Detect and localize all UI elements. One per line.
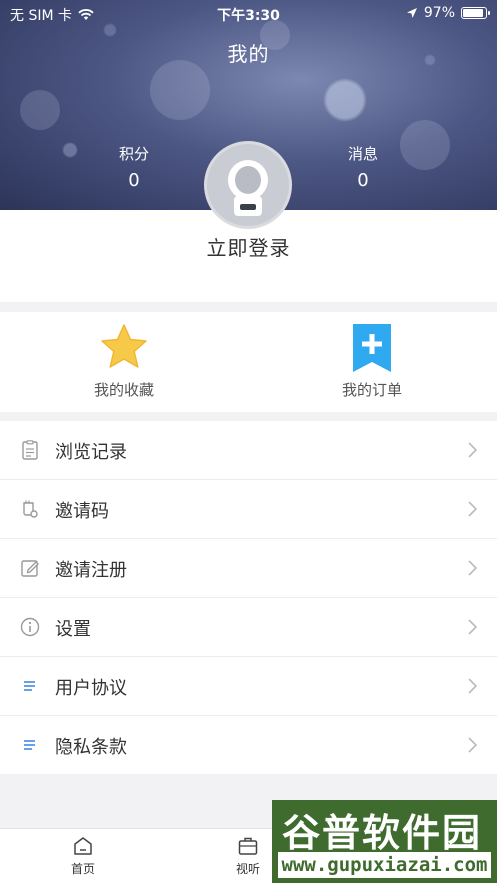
battery-percent: 97% — [423, 5, 455, 21]
menu-item-label: 浏览记录 — [55, 442, 127, 463]
chevron-right-icon — [468, 442, 477, 458]
chevron-right-icon — [468, 560, 477, 576]
quick-actions: 我的收藏 我的订单 — [0, 312, 497, 412]
my-favorites-label: 我的收藏 — [93, 381, 154, 399]
tab-home-label: 首页 — [70, 862, 95, 876]
menu-item-user-agreement[interactable]: 用户协议 — [0, 657, 497, 716]
bookmark-plus-icon — [353, 324, 391, 372]
menu-item-settings[interactable]: 设置 — [0, 598, 497, 657]
menu-item-label: 邀请注册 — [55, 560, 127, 581]
messages-stat[interactable]: 消息 0 — [333, 143, 393, 191]
watermark: 谷普软件园 www.gupuxiazai.com — [272, 800, 497, 883]
menu-item-invite-register[interactable]: 邀请注册 — [0, 539, 497, 598]
messages-label: 消息 — [347, 145, 378, 163]
briefcase-icon — [238, 837, 258, 855]
settings-menu: 浏览记录 邀请码 邀请注册 设置 用户协议 隐私条款 — [0, 421, 497, 774]
login-button[interactable]: 立即登录 — [0, 232, 497, 261]
my-orders-label: 我的订单 — [341, 381, 402, 399]
points-stat[interactable]: 积分 0 — [104, 143, 164, 191]
my-orders-button[interactable]: 我的订单 — [297, 312, 447, 412]
status-bar: 无 SIM 卡 下午3:30 97% — [0, 0, 497, 26]
messages-value: 0 — [357, 170, 369, 191]
tab-video[interactable]: 视听 — [218, 835, 278, 877]
points-label: 积分 — [118, 145, 149, 163]
chevron-right-icon — [468, 678, 477, 694]
menu-item-label: 邀请码 — [55, 501, 109, 522]
menu-item-label: 隐私条款 — [55, 737, 127, 758]
background-blur — [150, 60, 210, 120]
edit-icon — [21, 560, 39, 577]
menu-item-privacy[interactable]: 隐私条款 — [0, 716, 497, 775]
tab-home[interactable]: 首页 — [53, 835, 113, 877]
chevron-right-icon — [468, 501, 477, 517]
list-icon — [24, 740, 35, 750]
points-value: 0 — [128, 170, 140, 191]
info-icon — [20, 617, 40, 637]
background-blur — [400, 120, 450, 170]
menu-item-label: 设置 — [55, 619, 91, 640]
avatar[interactable] — [204, 141, 292, 229]
history-icon — [22, 440, 38, 460]
battery-icon — [461, 7, 490, 19]
chevron-right-icon — [468, 737, 477, 753]
watermark-title: 谷普软件园 — [282, 811, 483, 855]
watermark-url: www.gupuxiazai.com — [278, 852, 491, 878]
my-favorites-button[interactable]: 我的收藏 — [49, 312, 199, 412]
astronaut-avatar-icon — [228, 160, 268, 216]
tab-video-label: 视听 — [235, 862, 260, 876]
star-icon — [101, 324, 147, 368]
home-icon — [74, 837, 92, 855]
list-icon — [24, 681, 35, 691]
chevron-right-icon — [468, 619, 477, 635]
menu-item-history[interactable]: 浏览记录 — [0, 421, 497, 480]
background-blur — [20, 90, 60, 130]
page-title: 我的 — [227, 42, 270, 66]
location-arrow-icon — [406, 8, 417, 18]
invite-code-icon — [23, 500, 38, 518]
menu-item-invite-code[interactable]: 邀请码 — [0, 480, 497, 539]
menu-item-label: 用户协议 — [55, 678, 127, 699]
